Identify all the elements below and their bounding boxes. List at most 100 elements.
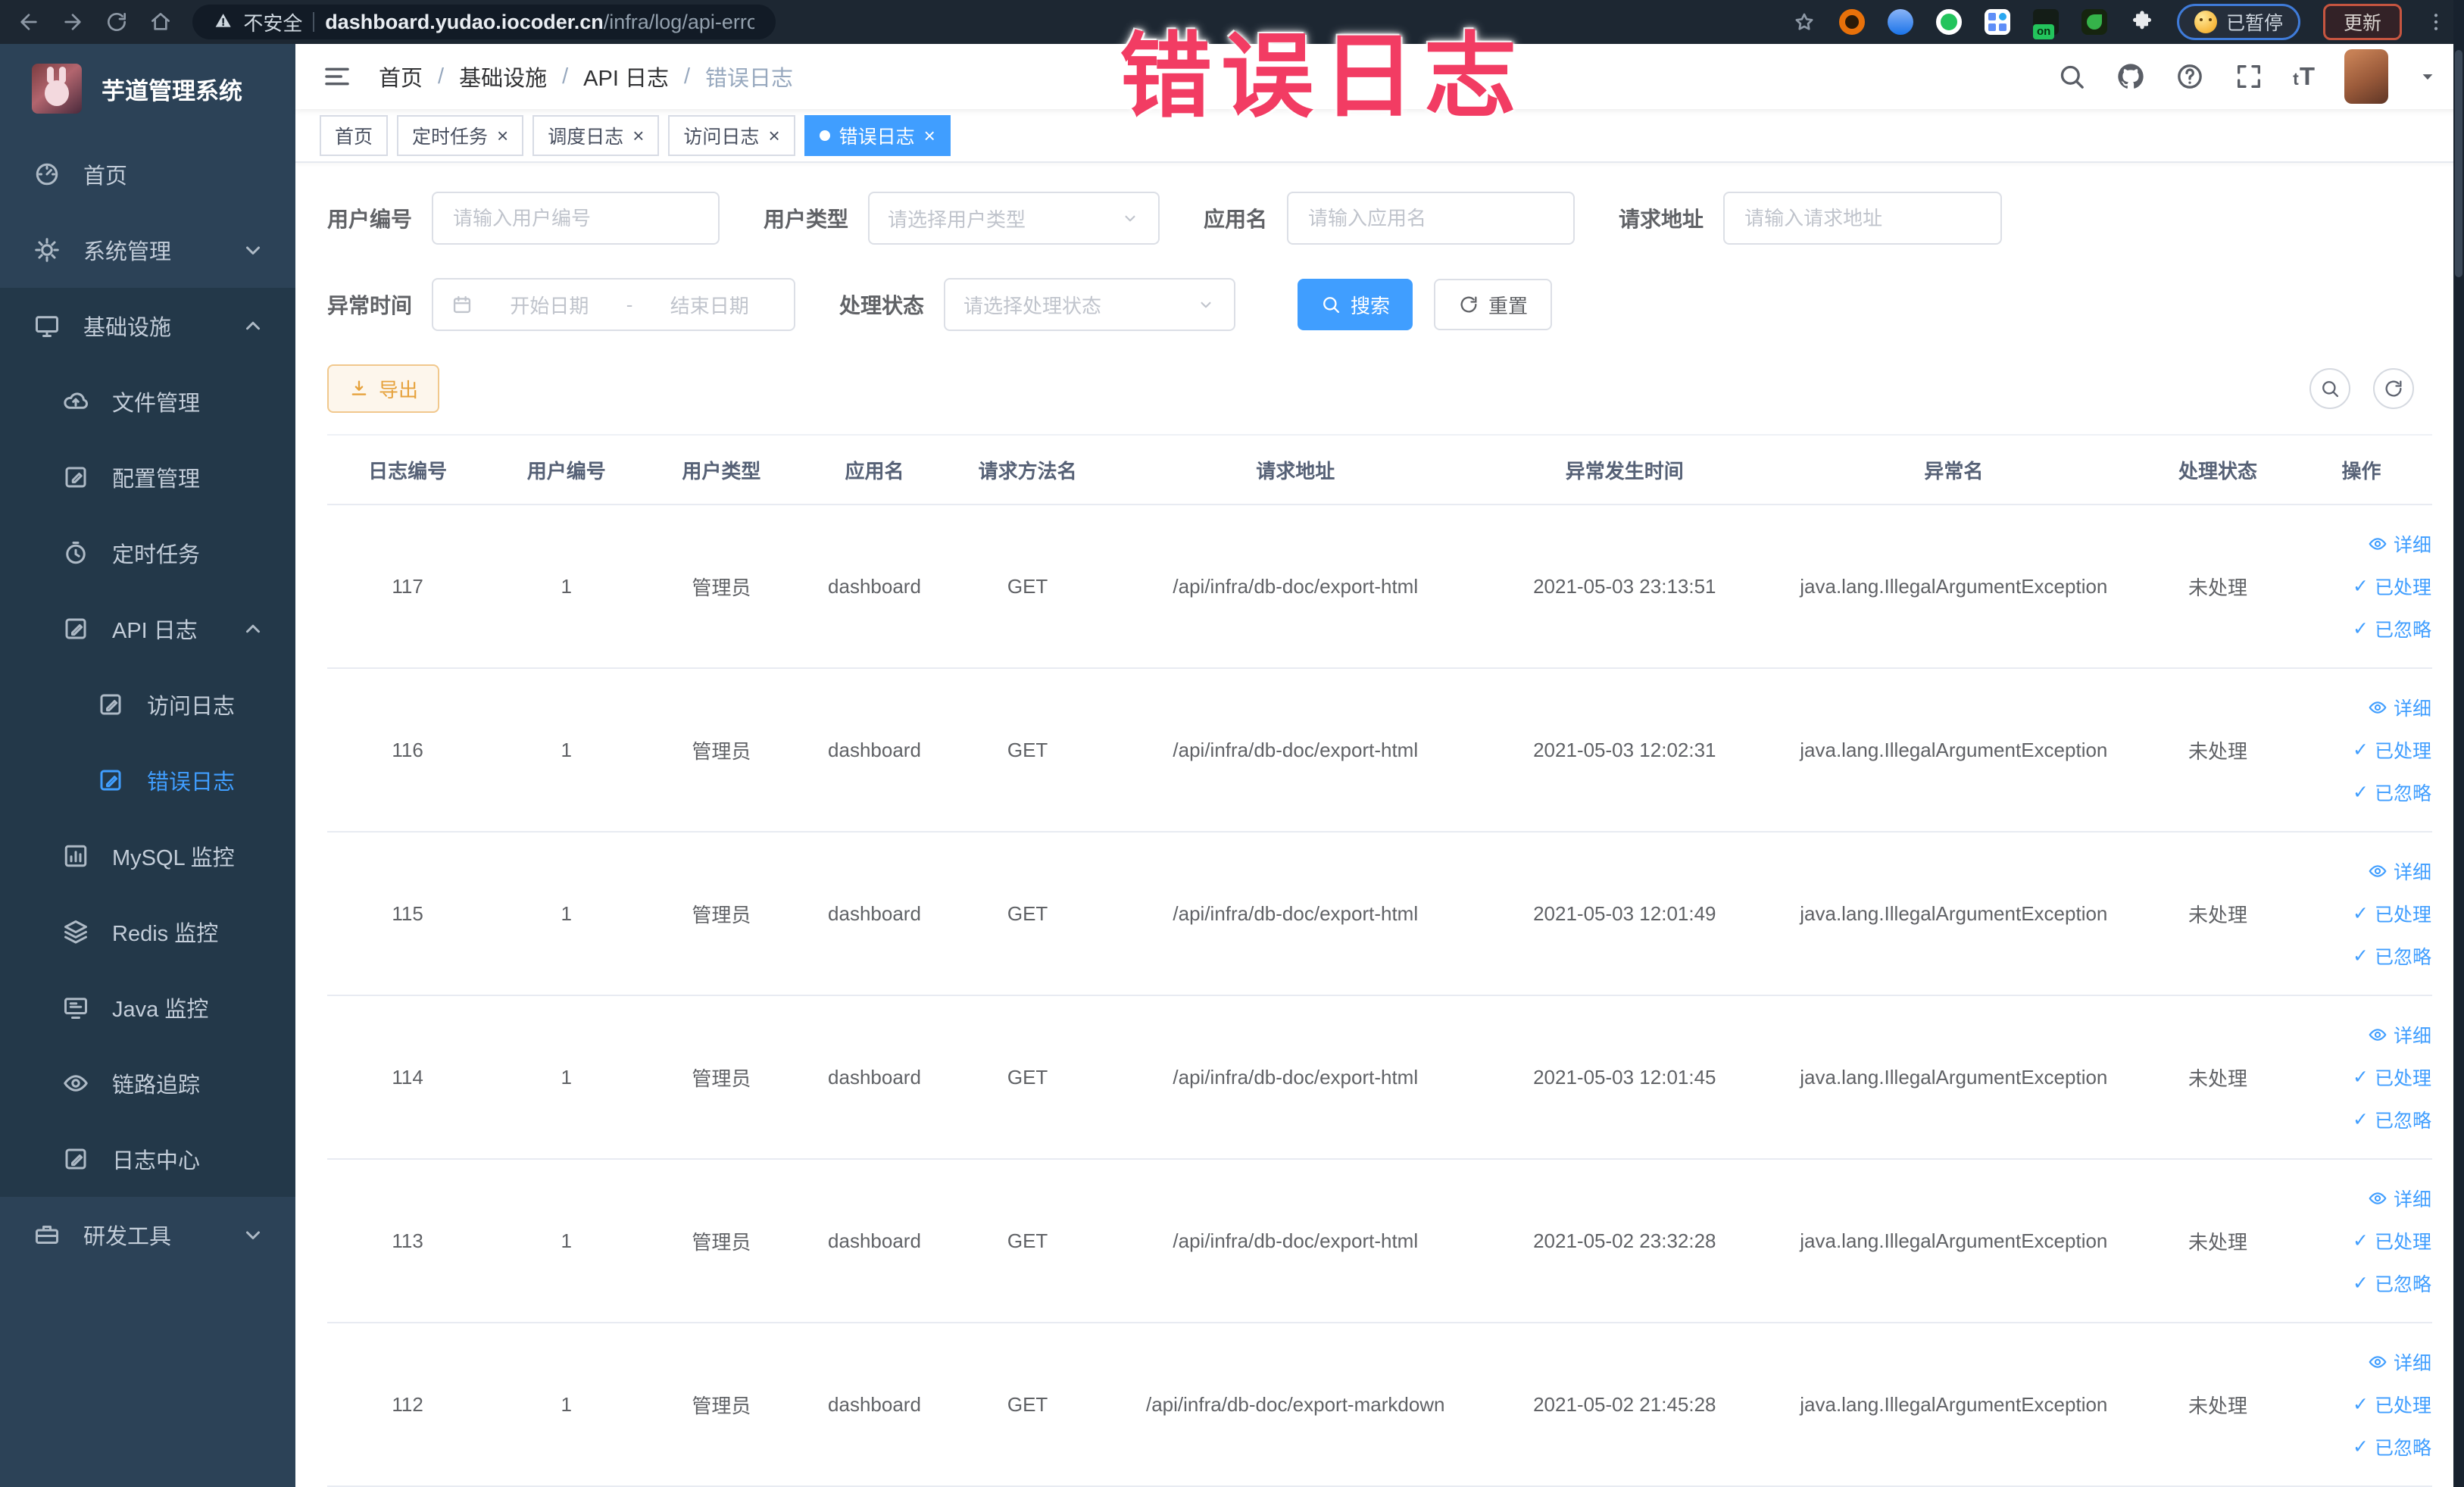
sidebar-item[interactable]: MySQL 监控 [0,818,295,894]
not-secure-warning-icon[interactable] [214,11,233,33]
close-icon[interactable]: × [924,126,935,145]
user-avatar[interactable] [2344,49,2388,105]
sidebar-item[interactable]: 基础设施 [0,288,295,364]
mark-ignored-link[interactable]: ✓ 已忽略 [2291,771,2431,814]
tab-active[interactable]: 错误日志 × [804,114,951,156]
sidebar-item[interactable]: 配置管理 [0,439,295,515]
url-text[interactable]: dashboard.yudao.iocoder.cn/infra/log/api… [325,11,754,34]
mark-processed-link[interactable]: ✓ 已处理 [2291,565,2431,608]
extension-icon[interactable] [1887,9,1913,35]
close-icon[interactable]: × [632,126,644,145]
detail-link[interactable]: 详细 [2291,1014,2431,1056]
detail-link[interactable]: 详细 [2291,686,2431,729]
mark-ignored-link[interactable]: ✓ 已忽略 [2291,935,2431,977]
breadcrumb-item[interactable]: 错误日志 [705,61,793,92]
detail-link[interactable]: 详细 [2291,1341,2431,1383]
bookmark-star-icon[interactable] [1792,10,1816,34]
mark-processed-link[interactable]: ✓ 已处理 [2291,1056,2431,1098]
extension-icon[interactable] [1838,9,1865,35]
sidebar-item[interactable]: API 日志 [0,591,295,667]
avatar-caret-down-icon[interactable] [2417,66,2438,87]
browser-menu-kebab-icon[interactable] [2425,11,2447,33]
mark-processed-link[interactable]: ✓ 已处理 [2291,729,2431,771]
breadcrumb-item[interactable]: 基础设施 [459,61,547,92]
font-size-icon[interactable]: tT [2293,62,2316,91]
extension-icon[interactable] [2081,9,2107,35]
mark-processed-link[interactable]: ✓ 已处理 [2291,892,2431,935]
process-status-select[interactable]: 请选择处理状态 [944,278,1236,331]
help-icon[interactable] [2175,61,2205,92]
security-label[interactable]: 不安全 [243,8,302,36]
extension-icon[interactable] [1984,9,2010,35]
sidebar-item[interactable]: Java 监控 [0,970,295,1045]
reload-icon[interactable] [105,10,129,34]
cell-exception: java.lang.IllegalArgumentException [1762,832,2145,996]
table-row: 114 1 管理员 dashboard GET/api/infra/db-doc/exp… [327,995,2432,1160]
sidebar-item-active[interactable]: 错误日志 [0,742,295,818]
detail-link[interactable]: 详细 [2291,850,2431,892]
sidebar-item[interactable]: 文件管理 [0,364,295,439]
sidebar-item[interactable]: 定时任务 [0,515,295,591]
extension-icon[interactable]: on [2032,9,2059,39]
fullscreen-icon[interactable] [2234,61,2264,92]
breadcrumb-item[interactable]: API 日志 [583,61,669,92]
search-button[interactable]: 搜索 [1298,279,1413,330]
chevron-down-icon [239,1221,267,1248]
forward-icon[interactable] [61,10,85,34]
search-icon[interactable] [2056,61,2087,92]
export-button[interactable]: 导出 [327,364,440,413]
app-name-input[interactable] [1307,205,1556,231]
sidebar-item[interactable]: 研发工具 [0,1197,295,1273]
close-icon[interactable]: × [497,126,508,145]
extension-icon[interactable] [1935,9,1962,35]
browser-update-button[interactable]: 更新 [2322,4,2402,40]
profile-paused-badge[interactable]: 已暂停 [2176,4,2300,40]
cell-method: GET [951,832,1104,996]
github-icon[interactable] [2116,61,2146,92]
app-logo-row[interactable]: 芋道管理系统 [0,44,295,136]
tab-item[interactable]: 定时任务 × [397,114,524,156]
mark-processed-link[interactable]: ✓ 已处理 [2291,1220,2431,1262]
extension-on-badge: on [2032,24,2055,39]
download-icon [348,378,370,399]
cell-status: 未处理 [2144,995,2291,1160]
user-type-select[interactable]: 请选择用户类型 [868,192,1160,245]
mark-ignored-link[interactable]: ✓ 已忽略 [2291,1098,2431,1141]
mark-ignored-link[interactable]: ✓ 已忽略 [2291,1262,2431,1304]
tab-item[interactable]: 访问日志 × [668,114,795,156]
request-url-input[interactable] [1743,205,1983,231]
detail-link[interactable]: 详细 [2291,523,2431,565]
address-bar[interactable]: 不安全 dashboard.yudao.iocoder.cn/infra/log… [192,5,776,39]
breadcrumb-item[interactable]: 首页 [379,61,423,92]
sidebar-toggle-icon[interactable] [321,61,353,92]
sidebar-item[interactable]: 访问日志 [0,667,295,742]
tab-item[interactable]: 调度日志 × [532,114,660,156]
reset-button[interactable]: 重置 [1434,279,1553,330]
sidebar-item[interactable]: 链路追踪 [0,1045,295,1121]
extensions-puzzle-icon[interactable] [2130,10,2154,34]
home-icon[interactable] [148,10,173,34]
sidebar-item-label: 研发工具 [83,1225,172,1249]
mark-ignored-link[interactable]: ✓ 已忽略 [2291,608,2431,650]
cell-status: 未处理 [2144,505,2291,669]
cell-app: dashboard [798,995,951,1160]
sidebar-item[interactable]: 系统管理 [0,212,295,288]
close-icon[interactable]: × [768,126,779,145]
refresh-table-button[interactable] [2373,368,2414,409]
date-range-picker[interactable]: 开始日期 - 结束日期 [432,278,796,331]
sidebar-item[interactable]: 首页 [0,136,295,212]
detail-link[interactable]: 详细 [2291,1177,2431,1220]
mark-processed-link[interactable]: ✓ 已处理 [2291,1383,2431,1426]
filter-label: 处理状态 [839,294,925,317]
page-scrollbar[interactable] [2453,0,2464,1487]
mark-ignored-link[interactable]: ✓ 已忽略 [2291,1426,2431,1468]
tab-item[interactable]: 首页 [320,114,389,156]
sidebar-item[interactable]: Redis 监控 [0,894,295,970]
eye-icon [2368,861,2387,881]
toggle-search-button[interactable] [2309,368,2350,409]
scrollbar-thumb[interactable] [2455,50,2462,277]
sidebar-item[interactable]: 日志中心 [0,1121,295,1197]
back-icon[interactable] [17,10,41,34]
layers-icon [62,918,89,945]
user-id-input[interactable] [451,205,701,231]
